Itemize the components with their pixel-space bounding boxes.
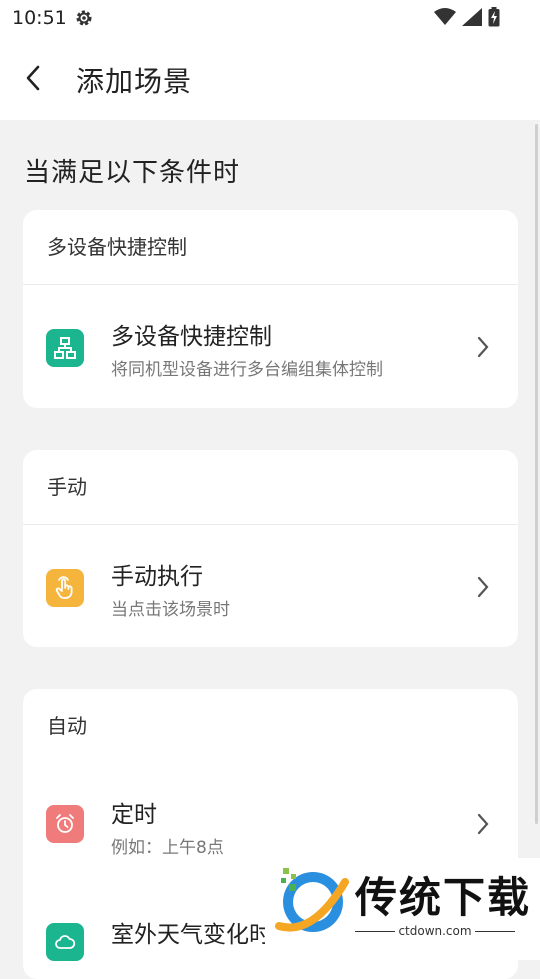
section-title: 当满足以下条件时: [24, 158, 241, 188]
battery-charging-icon: [488, 7, 500, 31]
tap-hand-icon: [46, 569, 84, 607]
page-title: 添加场景: [76, 65, 193, 98]
row-subtitle: 当点击该场景时: [111, 600, 230, 620]
app-bar: 添加场景: [0, 36, 540, 120]
chevron-right-icon: [476, 576, 490, 598]
alarm-clock-icon: [46, 805, 84, 843]
card-header: 自动: [47, 714, 87, 738]
signal-icon: [462, 8, 482, 30]
condition-row-multi-device[interactable]: 多设备快捷控制 将同机型设备进行多台编组集体控制: [23, 285, 518, 405]
condition-row-manual[interactable]: 手动执行 当点击该场景时: [23, 525, 518, 645]
card-header: 手动: [47, 475, 87, 499]
device-network-icon: [46, 329, 84, 367]
row-title: 室外天气变化时: [111, 922, 272, 948]
watermark-emblem-icon: [273, 864, 349, 942]
row-subtitle: 例如：上午8点: [111, 838, 224, 858]
wifi-icon: [434, 8, 456, 30]
settings-gear-icon: [74, 8, 94, 32]
row-title: 定时: [111, 802, 157, 828]
card-manual: 手动 手动执行 当点击该场景时: [23, 450, 518, 647]
status-time: 10:51: [12, 7, 67, 29]
divider: [475, 931, 515, 932]
scrollbar[interactable]: [535, 124, 538, 824]
chevron-right-icon: [476, 336, 490, 358]
status-icons: [434, 7, 500, 31]
status-bar: 10:51: [0, 0, 540, 36]
row-subtitle: 将同机型设备进行多台编组集体控制: [111, 360, 383, 380]
row-title: 手动执行: [111, 564, 203, 590]
chevron-right-icon: [476, 813, 490, 835]
cloud-weather-icon: [46, 923, 84, 961]
watermark-text: 传统下载: [355, 873, 532, 922]
chevron-left-icon[interactable]: [22, 64, 46, 92]
watermark-logo: 传统下载 ctdown.com: [265, 858, 540, 960]
card-header: 多设备快捷控制: [47, 235, 187, 259]
row-title: 多设备快捷控制: [111, 324, 272, 350]
card-multi-device: 多设备快捷控制 多设备快捷控制 将同机型设备进行多台编组集体控制: [23, 210, 518, 408]
